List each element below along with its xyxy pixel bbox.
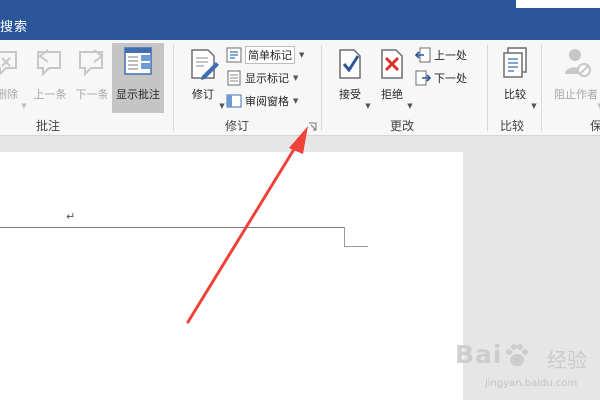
accept-button[interactable]: 接受 ▼	[332, 44, 371, 114]
reject-button[interactable]: 拒绝 ▼	[374, 44, 413, 114]
show-markup-button[interactable]: 显示标记 ▼	[226, 69, 298, 87]
show-comments-label: 显示批注	[116, 88, 160, 101]
previous-change-button[interactable]: 上一处	[414, 46, 467, 64]
group-separator	[541, 45, 542, 131]
markup-icon	[226, 47, 242, 63]
table-border-line	[0, 227, 344, 228]
delete-comment-icon	[0, 51, 17, 76]
reviewing-pane-label: 审阅窗格	[245, 95, 289, 108]
margin-corner-vertical	[344, 227, 345, 247]
group-separator	[321, 45, 322, 131]
baidu-watermark: Bai 经验 jingyan.baidu.com	[455, 340, 595, 398]
title-text: 搜索	[0, 20, 29, 35]
reject-label: 拒绝	[381, 88, 403, 101]
markup-view-select[interactable]: 简单标记 ▼	[226, 46, 304, 64]
watermark-brand: Bai	[455, 340, 503, 369]
comments-group-label: 批注	[36, 119, 61, 133]
group-separator	[487, 45, 488, 131]
reject-icon	[381, 49, 403, 79]
show-markup-label: 显示标记	[245, 72, 289, 85]
block-authors-dropdown-icon: ▼	[597, 102, 600, 110]
reject-dropdown-icon: ▼	[407, 102, 413, 110]
markup-view-dropdown-icon: ▼	[299, 51, 305, 59]
next-comment-icon	[79, 49, 104, 77]
title-bar: 搜索	[0, 0, 600, 40]
review-ribbon: 删除 ▼ 上一条 下一条 显示批注 批注 修订 ▼ 简单标记 ▼ 显示标记 ▼ …	[0, 40, 600, 136]
watermark-brand-cn: 经验	[547, 348, 587, 372]
protect-group-label: 保	[590, 119, 600, 133]
block-authors-icon	[565, 49, 591, 77]
margin-corner-horizontal	[344, 246, 368, 247]
reviewing-pane-button[interactable]: 审阅窗格 ▼	[226, 92, 298, 110]
previous-comment-icon	[37, 49, 61, 77]
next-change-icon	[415, 70, 432, 86]
next-change-label: 下一处	[434, 72, 467, 85]
watermark-url: jingyan.baidu.com	[485, 378, 578, 389]
tracking-group-label: 修订	[225, 119, 250, 133]
paragraph-mark: ↵	[66, 210, 76, 223]
show-markup-dropdown-icon: ▼	[293, 74, 299, 82]
paw-logo-icon	[506, 344, 528, 366]
accept-icon	[339, 49, 361, 79]
compare-label: 比较	[504, 88, 526, 101]
reviewing-pane-dropdown-icon: ▼	[293, 97, 299, 105]
tracking-options-launcher[interactable]	[308, 122, 317, 131]
window-control-area	[516, 0, 600, 8]
track-changes-icon	[191, 49, 219, 80]
track-changes-button[interactable]: 修订 ▼	[184, 44, 225, 114]
compare-dropdown-icon: ▼	[531, 102, 537, 110]
previous-change-icon	[414, 47, 431, 63]
group-separator	[173, 45, 174, 131]
next-change-button[interactable]: 下一处	[415, 69, 467, 87]
next-comment-button[interactable]: 下一条	[72, 44, 112, 114]
show-comments-icon	[124, 47, 152, 75]
compare-button[interactable]: 比较 ▼	[496, 44, 537, 114]
compare-group-label: 比较	[500, 119, 525, 133]
block-authors-label: 阻止作者	[554, 88, 598, 101]
changes-group-label: 更改	[390, 119, 415, 133]
previous-comment-label: 上一条	[33, 88, 67, 101]
block-authors-button[interactable]: 阻止作者 ▼	[550, 44, 600, 114]
show-comments-button[interactable]: 显示批注	[112, 44, 164, 114]
compare-icon	[503, 47, 527, 78]
delete-comment-label: 删除	[0, 88, 18, 101]
accept-label: 接受	[339, 88, 361, 101]
dialog-launcher-icon	[309, 122, 317, 131]
track-changes-label: 修订	[192, 88, 214, 101]
next-comment-label: 下一条	[75, 88, 109, 101]
markup-view-value: 简单标记	[245, 46, 295, 64]
previous-comment-button[interactable]: 上一条	[30, 44, 70, 114]
document-page[interactable]	[0, 152, 463, 400]
show-markup-icon	[226, 70, 242, 86]
delete-comment-button[interactable]: 删除 ▼	[0, 44, 27, 114]
previous-change-label: 上一处	[434, 49, 467, 62]
reviewing-pane-icon	[226, 93, 242, 109]
